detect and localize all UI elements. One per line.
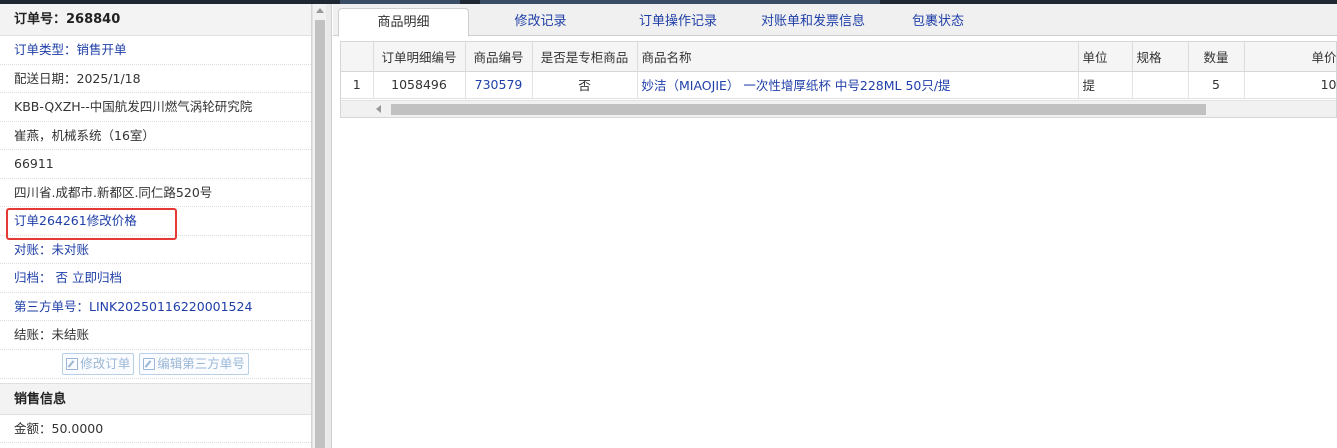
sales-amount: 金额：50.0000 — [0, 415, 311, 443]
tab-package-status[interactable]: 包裹状态 — [888, 8, 988, 36]
col-header-product-name[interactable]: 商品名称 — [637, 42, 1079, 72]
tab-bar: 商品明细 修改记录 订单操作记录 对账单和发票信息 包裹状态 — [333, 4, 1337, 37]
col-header-unit-price[interactable]: 单价 — [1244, 42, 1336, 72]
order-actions: 修改订单 编辑第三方单号 — [0, 350, 311, 379]
order-type: 订单类型：销售开单 — [0, 36, 311, 65]
phone-number: 66911 — [0, 150, 311, 179]
reconcile-value: 未对账 — [51, 241, 90, 257]
third-party-order: 第三方单号：LINK20250116220001524 — [0, 293, 311, 321]
settle-status: 结账：未结账 — [0, 321, 311, 350]
third-party-label: 第三方单号： — [14, 298, 90, 314]
reconcile-status: 对账：未对账 — [0, 236, 311, 264]
tab-statement-invoice-info[interactable]: 对账单和发票信息 — [748, 8, 878, 36]
grid-header-row: 订单明细编号 商品编号 是否是专柜商品 商品名称 单位 规格 数量 单价 — [341, 42, 1336, 72]
tab-product-details[interactable]: 商品明细 — [338, 8, 469, 37]
archive-status: 归档： 否 立即归档 — [0, 264, 311, 293]
detail-area: 商品明细 修改记录 订单操作记录 对账单和发票信息 包裹状态 订单明细编号 商品… — [333, 4, 1337, 448]
horizontal-scrollbar-thumb[interactable] — [391, 104, 1206, 115]
scroll-left-arrow-icon[interactable] — [376, 105, 381, 113]
edit-third-party-label: 编辑第三方单号 — [157, 355, 245, 371]
horizontal-scrollbar[interactable] — [341, 100, 1336, 117]
col-header-spec[interactable]: 规格 — [1132, 42, 1189, 72]
scroll-up-arrow-icon[interactable] — [316, 8, 324, 13]
unit-price-cell: 10 — [1244, 71, 1336, 99]
edit-order-label: 修改订单 — [80, 355, 131, 371]
detail-id-cell: 1058496 — [373, 71, 466, 99]
unit-cell: 提 — [1078, 71, 1133, 99]
col-header-quantity[interactable]: 数量 — [1188, 42, 1245, 72]
product-name-link[interactable]: 妙洁（MIAOJIE） 一次性增厚纸杯 中号228ML 50只/提 — [637, 71, 1079, 99]
archive-label: 归档： — [14, 270, 52, 285]
product-id-link[interactable]: 730579 — [465, 71, 533, 99]
row-number: 1 — [341, 71, 374, 99]
archive-value: 否 — [55, 270, 69, 285]
sales-info-header: 销售信息 — [0, 382, 311, 415]
col-header-counter-product[interactable]: 是否是专柜商品 — [532, 42, 638, 72]
left-scrollbar[interactable] — [312, 4, 326, 448]
edit-icon — [66, 357, 79, 370]
edit-icon — [143, 357, 156, 370]
contact-person: 崔燕，机械系统（16室） — [0, 122, 311, 150]
table-row[interactable]: 1 1058496 730579 否 妙洁（MIAOJIE） 一次性增厚纸杯 中… — [341, 71, 1336, 99]
order-number-header: 订单号：268840 — [0, 4, 311, 36]
col-header-unit[interactable]: 单位 — [1078, 42, 1133, 72]
counter-product-cell: 否 — [532, 71, 638, 99]
product-detail-grid: 订单明细编号 商品编号 是否是专柜商品 商品名称 单位 规格 数量 单价 1 1… — [340, 41, 1337, 118]
quantity-cell: 5 — [1188, 71, 1245, 99]
scrollbar-thumb[interactable] — [315, 20, 325, 448]
third-party-value: LINK20250116220001524 — [89, 298, 253, 314]
order-remark: 订单264261修改价格 — [0, 207, 311, 236]
reconcile-label: 对账： — [14, 241, 52, 257]
col-header-detail-id[interactable]: 订单明细编号 — [373, 42, 466, 72]
spec-cell — [1132, 71, 1189, 99]
edit-third-party-button[interactable]: 编辑第三方单号 — [139, 352, 249, 375]
delivery-date: 配送日期：2025/1/18 — [0, 65, 311, 93]
archive-now-link[interactable]: 立即归档 — [72, 270, 122, 285]
panel-splitter[interactable] — [326, 4, 332, 448]
col-header-rownum — [341, 42, 374, 72]
edit-order-button[interactable]: 修改订单 — [62, 352, 135, 375]
tab-order-operation-records[interactable]: 订单操作记录 — [613, 8, 743, 36]
delivery-address: 四川省.成都市.新都区.同仁路520号 — [0, 179, 311, 207]
col-header-product-id[interactable]: 商品编号 — [465, 42, 533, 72]
order-info-panel: 订单号：268840 订单类型：销售开单 配送日期：2025/1/18 KBB-… — [0, 4, 312, 448]
customer-name: KBB-QXZH--中国航发四川燃气涡轮研究院 — [0, 93, 311, 122]
tab-modify-records[interactable]: 修改记录 — [483, 8, 598, 36]
